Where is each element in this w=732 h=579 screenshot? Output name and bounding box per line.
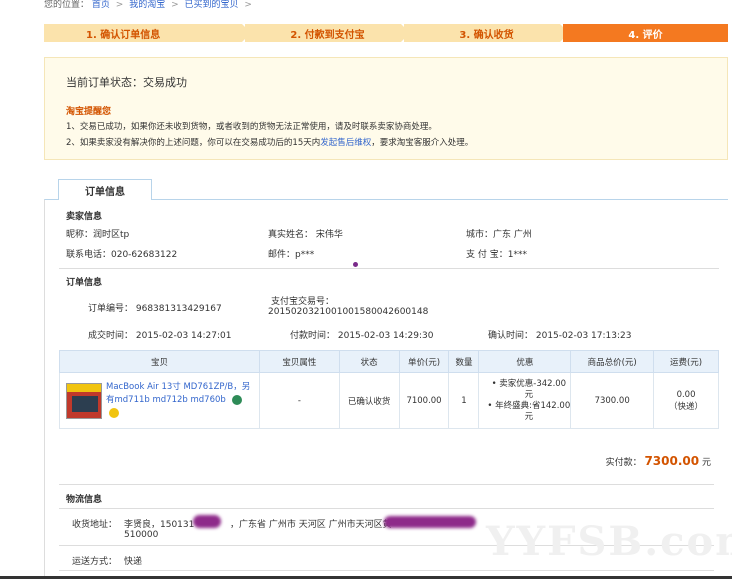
shipping-method-label: 运送方式：: [72, 557, 118, 567]
reminder-line-2: 2、如果卖家没有解决你的上述问题，你可以在交易成功后的15天内发起售后维权，要求…: [66, 136, 473, 148]
step-confirm-receipt: 3. 确认收货: [404, 24, 569, 42]
breadcrumb-separator: >: [171, 0, 179, 10]
goods-shipping: 0.00 （快递）: [653, 372, 719, 429]
order-status-text: 当前订单状态：交易成功: [66, 76, 187, 89]
seller-phone: 联系电话：020-62683122: [66, 250, 178, 260]
breadcrumb-bought-link[interactable]: 已买到的宝贝: [185, 0, 239, 10]
seller-real-name: 真实姓名： 宋伟华: [268, 230, 343, 240]
seller-alipay: 支 付 宝：1***: [466, 250, 527, 260]
discount-seller: • 卖家优惠-342.00元: [491, 378, 567, 400]
breadcrumb-home-link[interactable]: 首页: [92, 0, 110, 10]
deal-time: 成交时间： 2015-02-03 14:27:01: [88, 331, 232, 341]
seller-email: 邮件：p***: [268, 250, 315, 260]
table-header-row: 宝贝 宝贝属性 状态 单价(元) 数量 优惠 商品总价(元) 运费(元): [59, 350, 719, 373]
order-items-table: 宝贝 宝贝属性 状态 单价(元) 数量 优惠 商品总价(元) 运费(元) Mac…: [59, 350, 719, 429]
col-total: 商品总价(元): [570, 350, 655, 373]
address-label: 收货地址：: [72, 520, 118, 530]
after-sales-link[interactable]: 发起售后维权: [320, 138, 371, 148]
col-price: 单价(元): [398, 350, 450, 373]
taobao-reminder-title: 淘宝提醒您: [66, 107, 112, 117]
redaction-mark: [193, 515, 221, 528]
address-name-phone: 李贤良，150131: [124, 520, 195, 530]
seller-city: 城市：广东 广州: [466, 230, 532, 240]
breadcrumb-my-taobao-link[interactable]: 我的淘宝: [129, 0, 165, 10]
order-progress-steps: 1. 确认订单信息 2. 付款到支付宝 3. 确认收货 4. 评价: [44, 24, 728, 42]
reminder-line-2-pre: 2、如果卖家没有解决你的上述问题，你可以在交易成功后的15天内: [66, 138, 321, 148]
actual-payment-amount: 7300.00: [644, 454, 700, 468]
divider: [59, 268, 719, 269]
step-review: 4. 评价: [563, 24, 728, 42]
goods-cell: MacBook Air 13寸 MD761ZP/B，另有md711b md712…: [59, 372, 260, 429]
payment-time: 付款时间： 2015-02-03 14:29:30: [290, 331, 434, 341]
col-qty: 数量: [448, 350, 480, 373]
goods-total: 7300.00: [570, 372, 655, 429]
goods-price: 7100.00: [398, 372, 450, 429]
col-discount: 优惠: [478, 350, 572, 373]
breadcrumb: 您的位置： 首页 > 我的淘宝 > 已买到的宝贝 >: [44, 0, 255, 10]
product-thumbnail[interactable]: [66, 382, 102, 419]
goods-discount: • 卖家优惠-342.00元 • 年终盛典:省142.00元: [478, 372, 572, 429]
goods-attr: -: [258, 372, 340, 429]
step-confirm-order: 1. 确认订单信息: [44, 24, 251, 42]
shipping-method: 快递: [124, 557, 143, 567]
order-info-title: 订单信息: [66, 278, 103, 288]
discount-year-end: • 年终盛典:省142.00元: [487, 400, 571, 422]
divider: [59, 570, 714, 571]
breadcrumb-prefix: 您的位置：: [44, 0, 90, 10]
tab-order-info[interactable]: 订单信息: [58, 179, 152, 200]
alipay-trade-number: 2015020321001001580042600148: [268, 307, 429, 317]
col-attr: 宝贝属性: [258, 350, 340, 373]
col-status: 状态: [338, 350, 400, 373]
cursor-dot: [353, 262, 358, 267]
step-pay-alipay: 2. 付款到支付宝: [245, 24, 410, 42]
breadcrumb-separator: >: [244, 0, 252, 10]
col-goods: 宝贝: [59, 350, 260, 373]
reminder-line-2-post: ，要求淘宝客服介入处理。: [371, 138, 474, 148]
promo-badge-icon[interactable]: [109, 407, 119, 418]
table-row: MacBook Air 13寸 MD761ZP/B，另有md711b md712…: [59, 372, 719, 429]
alipay-trade-label: 支付宝交易号：: [271, 297, 335, 307]
address-zip: 510000: [124, 530, 159, 540]
shipping-fee: 0.00: [676, 389, 696, 400]
product-title-link[interactable]: MacBook Air 13寸 MD761ZP/B，另有md711b md712…: [106, 382, 250, 405]
divider: [59, 484, 714, 485]
breadcrumb-separator: >: [115, 0, 124, 10]
actual-payment-label: 实付款：: [605, 458, 642, 468]
goods-status: 已确认收货: [338, 372, 400, 429]
col-shipping: 运费(元): [653, 350, 719, 373]
actual-payment-unit: 元: [701, 458, 711, 468]
shipping-type: （快递）: [669, 401, 704, 412]
logistics-info-title: 物流信息: [66, 495, 103, 505]
order-status-box: 当前订单状态：交易成功 淘宝提醒您 1、交易已成功，如果你还未收到货物，或者收到…: [44, 57, 728, 160]
seller-info-title: 卖家信息: [66, 212, 103, 222]
redaction-mark: [384, 516, 476, 528]
actual-payment: 实付款： 7300.00 元: [606, 454, 711, 468]
divider: [59, 508, 714, 509]
goods-qty: 1: [448, 372, 480, 429]
watermark: YYFSB.com: [486, 518, 732, 565]
seller-nick: 昵称：润时区tp: [66, 230, 130, 240]
service-badge-icon[interactable]: [231, 394, 242, 405]
reminder-line-1: 1、交易已成功，如果你还未收到货物，或者收到的货物无法正常使用，请及时联系卖家协…: [66, 122, 437, 132]
confirm-time: 确认时间： 2015-02-03 17:13:23: [488, 331, 632, 341]
address-detail: ，广东省 广州市 天河区 广州市天河区黄: [230, 520, 392, 530]
order-number: 订单编号： 968381313429167: [88, 304, 222, 314]
